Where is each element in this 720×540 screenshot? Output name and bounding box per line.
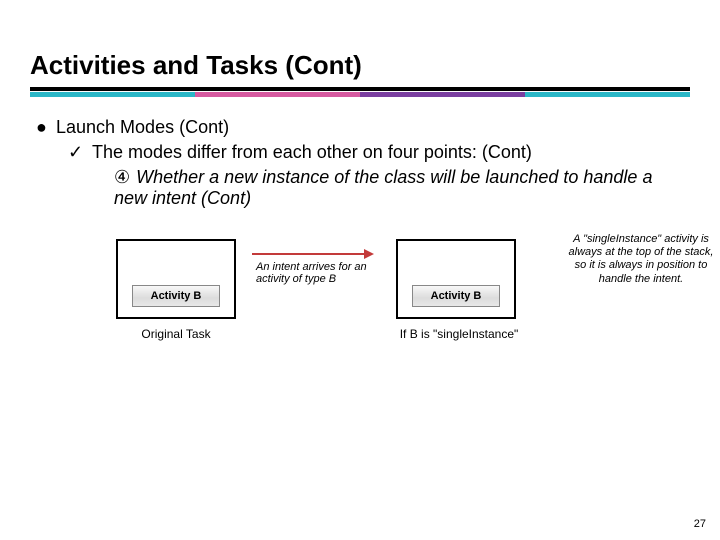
bullet-level2: ✓ The modes differ from each other on fo… (68, 142, 690, 163)
page-number: 27 (694, 518, 706, 530)
check-icon: ✓ (68, 142, 92, 163)
activity-box-left: Activity B (132, 285, 220, 307)
circled-number-icon: ④ (114, 167, 130, 187)
side-note: A "singleInstance" activity is always at… (566, 233, 716, 286)
bullet-level1: ● Launch Modes (Cont) (36, 117, 690, 138)
activity-box-right: Activity B (412, 285, 500, 307)
rule-black (30, 87, 690, 91)
bullet-dot-icon: ● (36, 117, 56, 138)
body-content: ● Launch Modes (Cont) ✓ The modes differ… (30, 117, 690, 379)
l1-text: Launch Modes (Cont) (56, 117, 229, 138)
task-box-left: Activity B (116, 239, 236, 319)
rule-color-band (30, 92, 690, 97)
caption-right: If B is "singleInstance" (344, 327, 574, 341)
caption-left: Original Task (106, 327, 246, 341)
slide-title: Activities and Tasks (Cont) (30, 50, 690, 81)
task-box-right: Activity B (396, 239, 516, 319)
diagram: Activity B Original Task An intent arriv… (36, 239, 690, 379)
intent-label: An intent arrives for an activity of typ… (256, 261, 376, 285)
l2-text: The modes differ from each other on four… (92, 142, 532, 163)
bullet-level3: ④Whether a new instance of the class wil… (114, 167, 690, 209)
l3-text: Whether a new instance of the class will… (114, 167, 652, 208)
arrow-icon (252, 253, 372, 255)
